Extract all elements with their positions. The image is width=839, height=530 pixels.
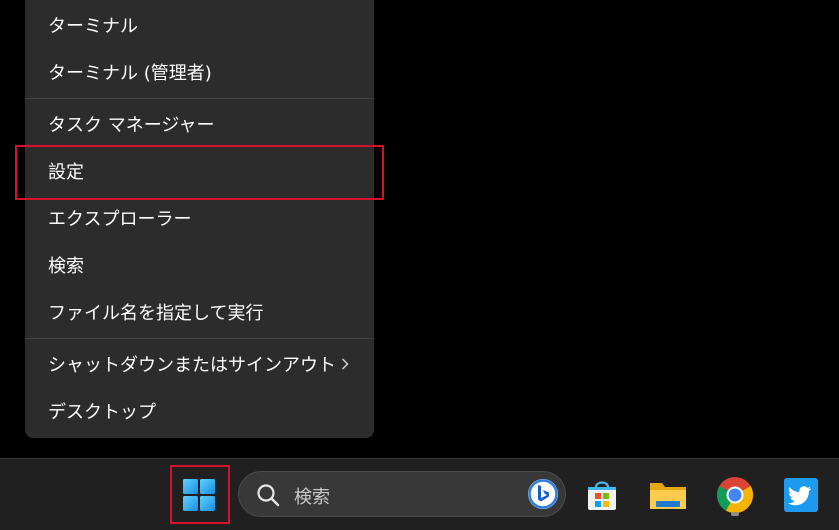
file-explorer-icon bbox=[650, 483, 686, 509]
microsoft-store-icon bbox=[588, 481, 616, 510]
menu-item-label: デスクトップ bbox=[48, 402, 156, 423]
taskbar-app-microsoft-store[interactable] bbox=[575, 469, 629, 521]
menu-item-label: エクスプローラー bbox=[48, 209, 192, 230]
search-icon bbox=[257, 484, 280, 507]
quick-link-menu: ターミナル ターミナル (管理者) タスク マネージャー 設定 エクスプローラー… bbox=[25, 0, 374, 438]
menu-item-label: ターミナル bbox=[48, 16, 138, 37]
menu-item-terminal[interactable]: ターミナル bbox=[25, 2, 374, 48]
running-indicator bbox=[731, 512, 739, 516]
search-placeholder: 検索 bbox=[294, 487, 330, 508]
taskbar-app-file-explorer[interactable] bbox=[641, 469, 695, 521]
taskbar-search-box[interactable]: 検索 bbox=[238, 471, 566, 517]
menu-item-label: 設定 bbox=[48, 162, 84, 183]
taskbar: 検索 bbox=[0, 458, 839, 530]
windows-logo-icon bbox=[183, 479, 215, 511]
menu-item-task-manager[interactable]: タスク マネージャー bbox=[25, 101, 374, 147]
menu-item-desktop[interactable]: デスクトップ bbox=[25, 388, 374, 434]
desktop: ターミナル ターミナル (管理者) タスク マネージャー 設定 エクスプローラー… bbox=[0, 0, 839, 530]
menu-separator bbox=[25, 98, 374, 99]
menu-item-file-explorer[interactable]: エクスプローラー bbox=[25, 195, 374, 241]
menu-item-label: ファイル名を指定して実行 bbox=[48, 303, 264, 324]
menu-separator bbox=[25, 338, 374, 339]
menu-item-settings[interactable]: 設定 bbox=[25, 148, 374, 194]
menu-item-run[interactable]: ファイル名を指定して実行 bbox=[25, 289, 374, 335]
bing-icon[interactable] bbox=[526, 477, 560, 511]
taskbar-app-twitter[interactable] bbox=[774, 469, 828, 521]
menu-item-label: タスク マネージャー bbox=[48, 115, 215, 136]
twitter-icon bbox=[784, 478, 818, 512]
menu-item-label: ターミナル (管理者) bbox=[48, 63, 212, 84]
menu-item-terminal-admin[interactable]: ターミナル (管理者) bbox=[25, 49, 374, 95]
menu-item-shutdown-signout[interactable]: シャットダウンまたはサインアウト bbox=[25, 341, 374, 387]
menu-item-label: シャットダウンまたはサインアウト bbox=[48, 355, 336, 376]
menu-item-search[interactable]: 検索 bbox=[25, 242, 374, 288]
menu-item-label: 検索 bbox=[48, 256, 84, 277]
chrome-icon bbox=[716, 477, 754, 514]
taskbar-app-chrome[interactable] bbox=[708, 469, 762, 521]
chevron-right-icon bbox=[341, 358, 349, 370]
start-button[interactable] bbox=[172, 469, 226, 521]
